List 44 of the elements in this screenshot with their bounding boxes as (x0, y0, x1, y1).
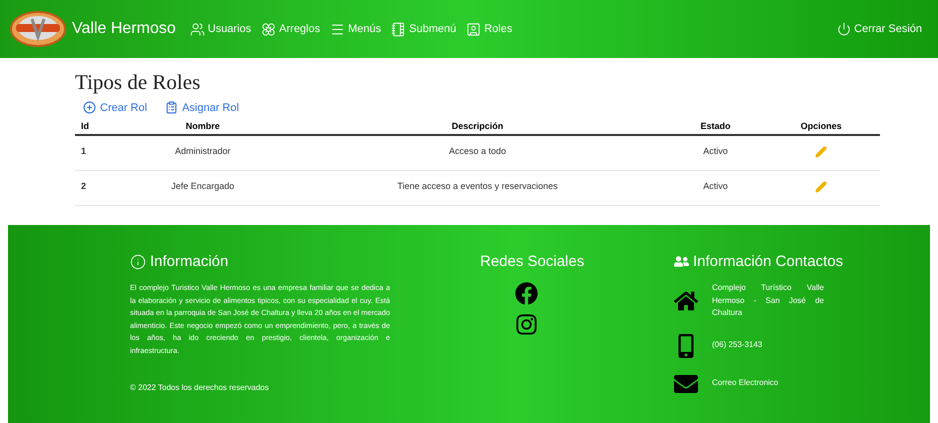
list-icon (391, 22, 406, 36)
action-link[interactable]: Asignar Rol (165, 101, 239, 114)
table-cell: Tiene acceso a eventos y reservaciones (286, 170, 669, 206)
table-cell: 1 (75, 135, 120, 170)
power-icon (837, 22, 852, 36)
column-header: Descripción (286, 118, 669, 135)
table-cell: Activo (668, 170, 762, 206)
menu-icon (330, 22, 346, 36)
user-card-icon (466, 22, 482, 36)
contact-text: Complejo Turístico Valle Hermoso - San José de Chaltura (712, 282, 824, 319)
section-title: Información (130, 253, 390, 270)
brand-name[interactable]: Valle Hermoso (72, 20, 176, 38)
users-icon (190, 22, 205, 36)
info-icon (130, 254, 146, 270)
copyright-text: © 2022 Todos los derechos reservados (130, 383, 269, 392)
table-cell: Activo (668, 135, 762, 170)
plus-icon (83, 101, 96, 114)
contact-text: (06) 253-3143 (712, 339, 764, 352)
contact-text: Correo Electronico (712, 377, 780, 390)
column-header: Opciones (762, 118, 880, 135)
table-cell: Administrador (119, 135, 286, 170)
instagram-icon[interactable] (515, 313, 538, 336)
nav-link[interactable]: Menús (330, 22, 382, 36)
people-icon (674, 254, 689, 269)
nav-link[interactable]: Arreglos (261, 22, 320, 36)
facebook-icon[interactable] (515, 282, 538, 305)
column-header: Estado (668, 118, 762, 135)
house-icon (674, 288, 698, 313)
logo (10, 11, 66, 47)
nav-link[interactable]: Roles (466, 22, 512, 36)
column-header: Nombre (119, 118, 286, 135)
column-header: Id (75, 118, 120, 135)
table-cell: 2 (75, 170, 120, 206)
logout-link[interactable]: Cerrar Sesión (837, 22, 922, 36)
page-title: Tipos de Roles (75, 70, 202, 95)
section-title: Información Contactos (674, 253, 874, 270)
table-cell: Acceso a todo (286, 135, 669, 170)
nav-link[interactable]: Submenú (391, 22, 456, 36)
action-link[interactable]: Crear Rol (83, 101, 148, 114)
table-cell: Jefe Encargado (119, 170, 286, 206)
nav-link[interactable]: Usuarios (190, 22, 252, 36)
section-title: Redes Sociales (480, 253, 586, 270)
clipboard-icon (165, 101, 178, 114)
flower-icon (261, 22, 276, 36)
